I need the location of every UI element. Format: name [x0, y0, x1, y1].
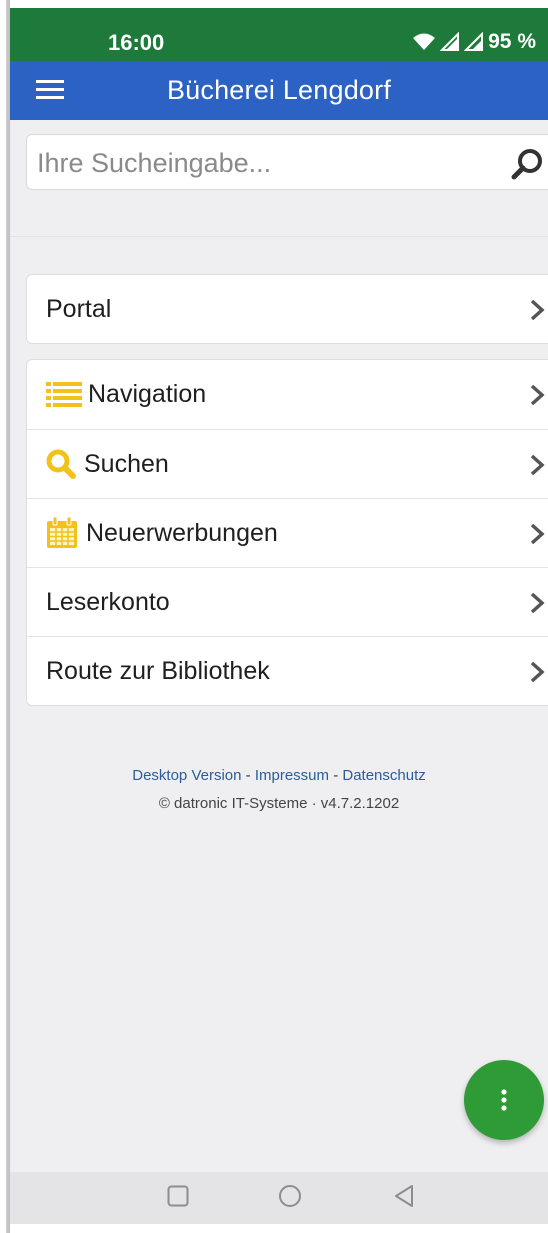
datenschutz-link[interactable]: Datenschutz — [342, 767, 425, 784]
search-icon[interactable] — [511, 148, 545, 180]
menu-item-label: Route zur Bibliothek — [46, 656, 270, 685]
more-options-button[interactable] — [464, 1060, 544, 1140]
system-navigation-bar — [10, 1172, 548, 1224]
menu-item-label: Suchen — [84, 449, 169, 478]
search-input[interactable] — [35, 145, 479, 181]
impressum-link[interactable]: Impressum — [255, 767, 329, 784]
app-title: Bücherei Lengdorf — [166, 75, 392, 105]
recent-apps-icon[interactable] — [167, 1184, 189, 1208]
menu-item-label: Portal — [46, 295, 112, 323]
menu-item-label: Navigation — [88, 380, 207, 408]
magnifier-icon — [46, 449, 80, 479]
main-menu-card: Navigation Suchen Neuerwerbungen Leserko… — [26, 359, 548, 706]
menu-item-suchen[interactable]: Suchen — [27, 429, 548, 498]
menu-item-leserkonto[interactable]: Leserkonto — [27, 567, 548, 636]
calendar-icon — [46, 517, 82, 548]
chevron-right-icon — [530, 592, 545, 614]
signal-icon — [464, 32, 484, 51]
menu-item-label: Neuerwerbungen — [86, 518, 278, 547]
back-icon[interactable] — [393, 1184, 415, 1208]
chevron-right-icon — [530, 661, 545, 683]
phone-screen: 16:00 95 % Bücherei Lengdorf Ihre Suchei… — [10, 8, 548, 1224]
menu-item-portal[interactable]: Portal — [27, 275, 548, 344]
footer-separator: - — [245, 767, 251, 784]
portal-card: Portal — [26, 274, 548, 344]
wifi-icon — [413, 33, 436, 50]
desktop-version-link[interactable]: Desktop Version — [132, 767, 241, 784]
more-vertical-icon — [501, 1089, 507, 1111]
chevron-right-icon — [530, 523, 545, 545]
section-divider — [10, 236, 548, 237]
footer: Desktop Version - Impressum - Datenschut… — [10, 766, 548, 812]
search-box — [26, 134, 548, 190]
chevron-right-icon — [530, 299, 545, 321]
window-edge — [0, 0, 10, 1233]
home-icon[interactable] — [278, 1184, 302, 1208]
status-time: 16:00 — [108, 30, 165, 55]
chevron-right-icon — [530, 454, 545, 476]
signal-icon — [440, 32, 460, 51]
menu-item-route[interactable]: Route zur Bibliothek — [27, 636, 548, 705]
copyright-text: © datronic IT-Systeme · v4.7.2.1202 — [158, 795, 400, 812]
chevron-right-icon — [530, 384, 545, 406]
footer-separator: - — [333, 767, 339, 784]
status-bar: 16:00 95 % — [10, 8, 548, 61]
list-icon — [46, 380, 84, 410]
menu-item-label: Leserkonto — [46, 587, 170, 616]
battery-percent: 95 % — [488, 30, 536, 53]
app-bar: Bücherei Lengdorf — [10, 61, 548, 120]
footer-links: Desktop Version - Impressum - Datenschut… — [10, 766, 548, 786]
menu-item-navigation[interactable]: Navigation — [27, 360, 548, 429]
status-icons: 95 % — [412, 30, 536, 54]
menu-item-neuerwerbungen[interactable]: Neuerwerbungen — [27, 498, 548, 567]
